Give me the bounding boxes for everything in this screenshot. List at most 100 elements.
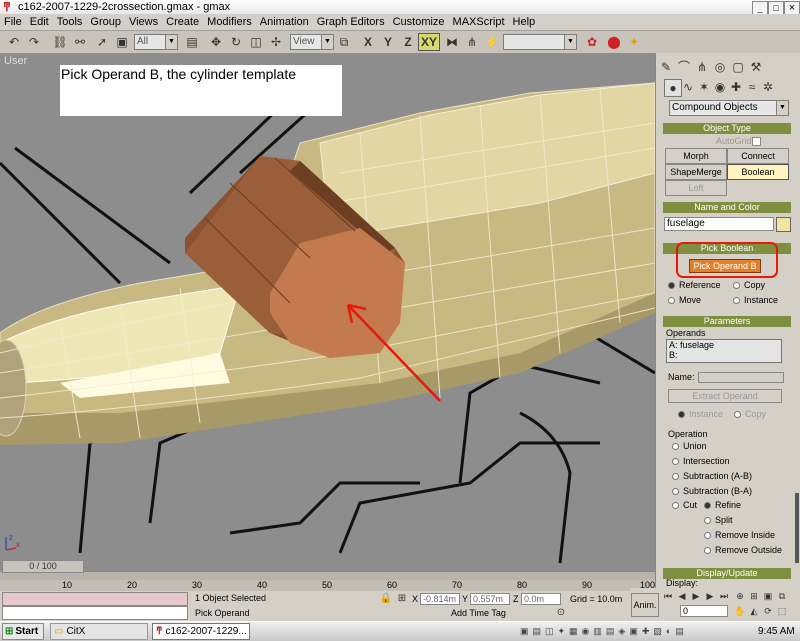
y-coordinate-field[interactable]: 0.557m — [470, 593, 510, 605]
utilities-tab-icon[interactable]: ⚒ — [748, 59, 764, 75]
start-button[interactable]: ⊞ Start — [2, 623, 44, 640]
prev-frame-icon[interactable]: ◀ — [676, 588, 688, 604]
play-icon[interactable]: ▶ — [690, 588, 702, 604]
menu-group[interactable]: Group — [86, 14, 125, 30]
maxscript-listener-white[interactable] — [2, 606, 188, 620]
zoom-all-icon[interactable]: ⊞ — [748, 588, 760, 604]
spacewarps-icon[interactable]: ≈ — [744, 79, 760, 95]
menu-maxscript[interactable]: MAXScript — [449, 14, 509, 30]
cameras-icon[interactable]: ◉ — [712, 79, 728, 95]
panel-scrollbar[interactable] — [795, 493, 799, 563]
zoom-icon[interactable]: ⊕ — [734, 588, 746, 604]
operand-a-item[interactable]: A: fuselage — [669, 340, 714, 350]
viewport-user[interactable]: z x User Pick Operand B, the cylinder te… — [0, 53, 655, 571]
menu-tools[interactable]: Tools — [53, 14, 87, 30]
link-icon[interactable]: ⛓ — [52, 34, 68, 50]
system-tray-icons[interactable]: ▣▤◫✦▦◉▥▤◈▣✚▧◐▤ — [520, 624, 740, 638]
selection-filter-dropdown[interactable]: All ▼ — [134, 34, 178, 50]
unlink-icon[interactable]: ⚯ — [72, 34, 88, 50]
menu-edit[interactable]: Edit — [26, 14, 53, 30]
region-select-icon[interactable]: ▣ — [114, 34, 130, 50]
snap-icon[interactable]: ⚡ — [484, 34, 500, 50]
taskbar-item-citx[interactable]: ▭ CitX — [50, 623, 148, 640]
fov-icon[interactable]: ◭ — [748, 603, 760, 619]
goto-end-icon[interactable]: ⏭ — [718, 588, 730, 604]
object-name-input[interactable]: fuselage — [664, 217, 774, 231]
move-icon[interactable]: ✥ — [208, 34, 224, 50]
x-coordinate-field[interactable]: -0.814m — [420, 593, 460, 605]
subtraction-ba-radio[interactable]: Subtraction (B-A) — [672, 485, 752, 497]
motion-tab-icon[interactable]: ◎ — [712, 59, 728, 75]
time-slider[interactable]: 0 / 100 10 20 30 40 50 60 70 80 90 100 — [0, 560, 655, 592]
taskbar-item-gmax[interactable]: ͳ c162-2007-1229... — [152, 623, 250, 640]
parameters-header[interactable]: Parameters — [663, 316, 791, 327]
lights-icon[interactable]: ✶ — [696, 79, 712, 95]
object-type-header[interactable]: Object Type — [663, 123, 791, 134]
center-icon[interactable]: ✢ — [268, 34, 284, 50]
shapemerge-button[interactable]: ShapeMerge — [665, 164, 727, 180]
next-frame-icon[interactable]: ▶ — [704, 588, 716, 604]
connect-button[interactable]: Connect — [727, 148, 789, 164]
systems-icon[interactable]: ✲ — [760, 79, 776, 95]
menu-graph-editors[interactable]: Graph Editors — [313, 14, 389, 30]
absolute-mode-icon[interactable]: ⊞ — [394, 591, 410, 607]
boolean-button[interactable]: Boolean — [727, 164, 789, 180]
category-dropdown[interactable]: Compound Objects ▼ — [669, 100, 789, 116]
align-icon[interactable]: ⋔ — [464, 34, 480, 50]
viewport-label[interactable]: User — [4, 55, 27, 67]
operands-list[interactable]: A: fuselage B: — [666, 339, 782, 363]
restrict-x-button[interactable]: X — [360, 34, 376, 50]
zoom-extents-icon[interactable]: ▣ — [762, 588, 774, 604]
create-tab-icon[interactable]: ✎ — [658, 59, 674, 75]
intersection-radio[interactable]: Intersection — [672, 455, 730, 467]
material-editor-icon[interactable]: ✿ — [584, 34, 600, 50]
operand-name-input[interactable] — [698, 372, 784, 383]
menu-file[interactable]: File — [0, 14, 26, 30]
copy-radio[interactable]: Copy — [733, 279, 765, 291]
restrict-y-button[interactable]: Y — [380, 34, 396, 50]
time-tag-icon[interactable]: ⊙ — [553, 605, 569, 621]
menu-customize[interactable]: Customize — [389, 14, 449, 30]
named-selection-dropdown[interactable]: ▼ — [503, 34, 577, 50]
menu-modifiers[interactable]: Modifiers — [203, 14, 256, 30]
render-icon[interactable]: ⬤ — [606, 34, 622, 50]
time-slider-track[interactable] — [0, 572, 655, 580]
pick-operand-b-button[interactable]: Pick Operand B — [689, 259, 761, 273]
extract-operand-button[interactable]: Extract Operand — [668, 389, 782, 403]
goto-start-icon[interactable]: ⏮ — [662, 588, 674, 604]
refine-radio[interactable]: Refine — [704, 499, 741, 511]
z-coordinate-field[interactable]: 0.0m — [521, 593, 561, 605]
autogrid-checkbox[interactable] — [752, 137, 761, 146]
object-color-swatch[interactable] — [776, 217, 791, 232]
restrict-z-button[interactable]: Z — [400, 34, 416, 50]
name-and-color-header[interactable]: Name and Color — [663, 202, 791, 213]
maximize-button[interactable]: □ — [768, 1, 784, 15]
subtraction-ab-radio[interactable]: Subtraction (A-B) — [672, 470, 752, 482]
minimize-button[interactable]: _ — [752, 1, 768, 15]
loft-button[interactable]: Loft — [665, 180, 727, 196]
helpers-icon[interactable]: ✚ — [728, 79, 744, 95]
pivot-icon[interactable]: ⧉ — [336, 34, 352, 50]
move-radio[interactable]: Move — [668, 294, 701, 306]
close-button[interactable]: × — [784, 1, 800, 15]
menu-help[interactable]: Help — [509, 14, 540, 30]
lock-selection-icon[interactable]: 🔒 — [378, 591, 394, 607]
maxscript-listener-pink[interactable] — [2, 592, 188, 606]
menu-create[interactable]: Create — [162, 14, 203, 30]
split-radio[interactable]: Split — [704, 514, 733, 526]
arc-rotate-icon[interactable]: ⟳ — [762, 603, 774, 619]
menu-animation[interactable]: Animation — [256, 14, 313, 30]
reference-coordinate-dropdown[interactable]: View ▼ — [290, 34, 334, 50]
restrict-xy-button[interactable]: XY — [418, 33, 440, 51]
mirror-icon[interactable]: ⧓ — [444, 34, 460, 50]
remove-outside-radio[interactable]: Remove Outside — [704, 544, 782, 556]
operand-b-item[interactable]: B: — [669, 350, 678, 360]
region-zoom-icon[interactable]: ⧉ — [776, 588, 788, 604]
select-by-name-icon[interactable]: ▤ — [184, 34, 200, 50]
extract-instance-radio[interactable]: Instance — [678, 408, 723, 420]
union-radio[interactable]: Union — [672, 440, 707, 452]
remove-inside-radio[interactable]: Remove Inside — [704, 529, 775, 541]
pan-icon[interactable]: ✋ — [734, 603, 746, 619]
hierarchy-tab-icon[interactable]: ⋔ — [694, 59, 710, 75]
animate-button[interactable]: Anim. — [631, 593, 659, 617]
